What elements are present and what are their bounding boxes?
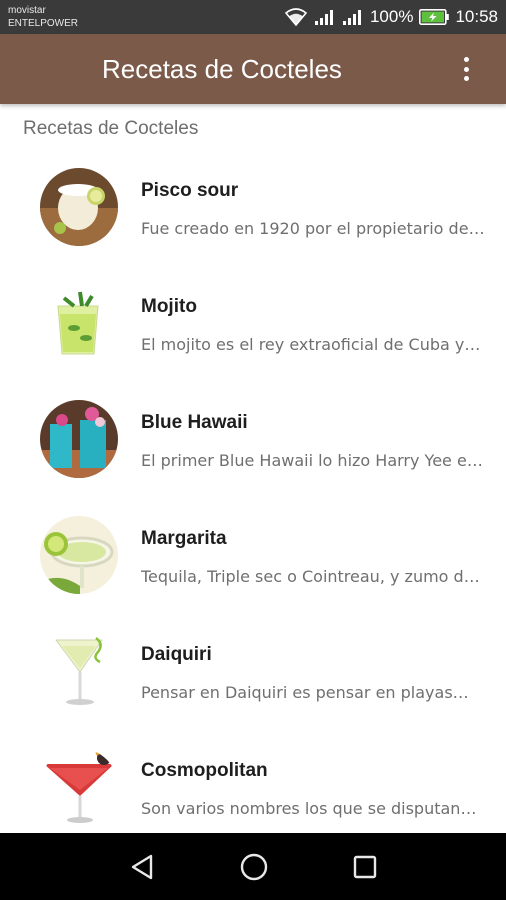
recipe-description: Tequila, Triple sec o Cointreau, y zumo … [141, 567, 485, 586]
more-vert-icon[interactable] [462, 57, 470, 81]
section-header: Recetas de Cocteles [23, 118, 199, 139]
menu-dot [463, 66, 469, 72]
recipe-name: Cosmopolitan [141, 760, 268, 781]
recipe-name: Mojito [141, 296, 197, 317]
margarita-image [40, 516, 118, 594]
wifi-icon [284, 7, 308, 27]
navigation-bar [0, 833, 506, 900]
carrier-name: movistar [8, 5, 46, 16]
recipe-name: Pisco sour [141, 180, 239, 201]
recipe-item-daiquiri[interactable]: Daiquiri Pensar en Daiquiri es pensar en… [0, 624, 506, 740]
recipe-item-margarita[interactable]: Margarita Tequila, Triple sec o Cointrea… [0, 508, 506, 624]
battery-charging-icon [419, 9, 450, 25]
battery-percent: 100% [369, 7, 414, 26]
pisco-sour-image [40, 168, 118, 246]
recipe-item-pisco-sour[interactable]: Pisco sour Fue creado en 1920 por el pro… [0, 160, 506, 276]
app-bar: Recetas de Cocteles [0, 34, 506, 104]
recipe-content: Recetas de Cocteles Pisco sour Fue cread… [0, 104, 506, 833]
recipe-list: Pisco sour Fue creado en 1920 por el pro… [0, 160, 506, 833]
recipe-name: Blue Hawaii [141, 412, 248, 433]
clock: 10:58 [455, 7, 498, 26]
recipe-item-blue-hawaii[interactable]: Blue Hawaii El primer Blue Hawaii lo hiz… [0, 392, 506, 508]
recipe-name: Daiquiri [141, 644, 212, 665]
recipe-item-mojito[interactable]: Mojito El mojito es el rey extraoficial … [0, 276, 506, 392]
back-icon[interactable] [127, 851, 159, 883]
mojito-image [40, 284, 118, 362]
recipe-description: El primer Blue Hawaii lo hizo Harry Yee … [141, 451, 485, 470]
recipe-description: El mojito es el rey extraoficial de Cuba… [141, 335, 485, 354]
carrier-subname: ENTELPOWER [8, 18, 79, 29]
recipe-item-cosmopolitan[interactable]: Cosmopolitan Son varios nombres los que … [0, 740, 506, 833]
recipe-description: Fue creado en 1920 por el propietario de… [141, 219, 485, 238]
recent-apps-icon[interactable] [349, 851, 381, 883]
signal-icon [314, 8, 336, 26]
recipe-description: Pensar en Daiquiri es pensar en playas… [141, 683, 469, 702]
recipe-name: Margarita [141, 528, 227, 549]
recipe-description: Son varios nombres los que se disputan… [141, 799, 477, 818]
daiquiri-image [40, 632, 118, 710]
menu-dot [463, 76, 469, 81]
menu-dot [463, 57, 469, 62]
app-title: Recetas de Cocteles [102, 54, 342, 84]
carrier-info: movistar ENTELPOWER [8, 4, 78, 30]
blue-hawaii-image [40, 400, 118, 478]
status-icons: 100% 10:58 [284, 0, 498, 34]
status-bar: movistar ENTELPOWER 100% 10:58 [0, 0, 506, 34]
home-icon[interactable] [238, 851, 270, 883]
signal-icon [342, 8, 364, 26]
cosmopolitan-image [40, 748, 118, 826]
